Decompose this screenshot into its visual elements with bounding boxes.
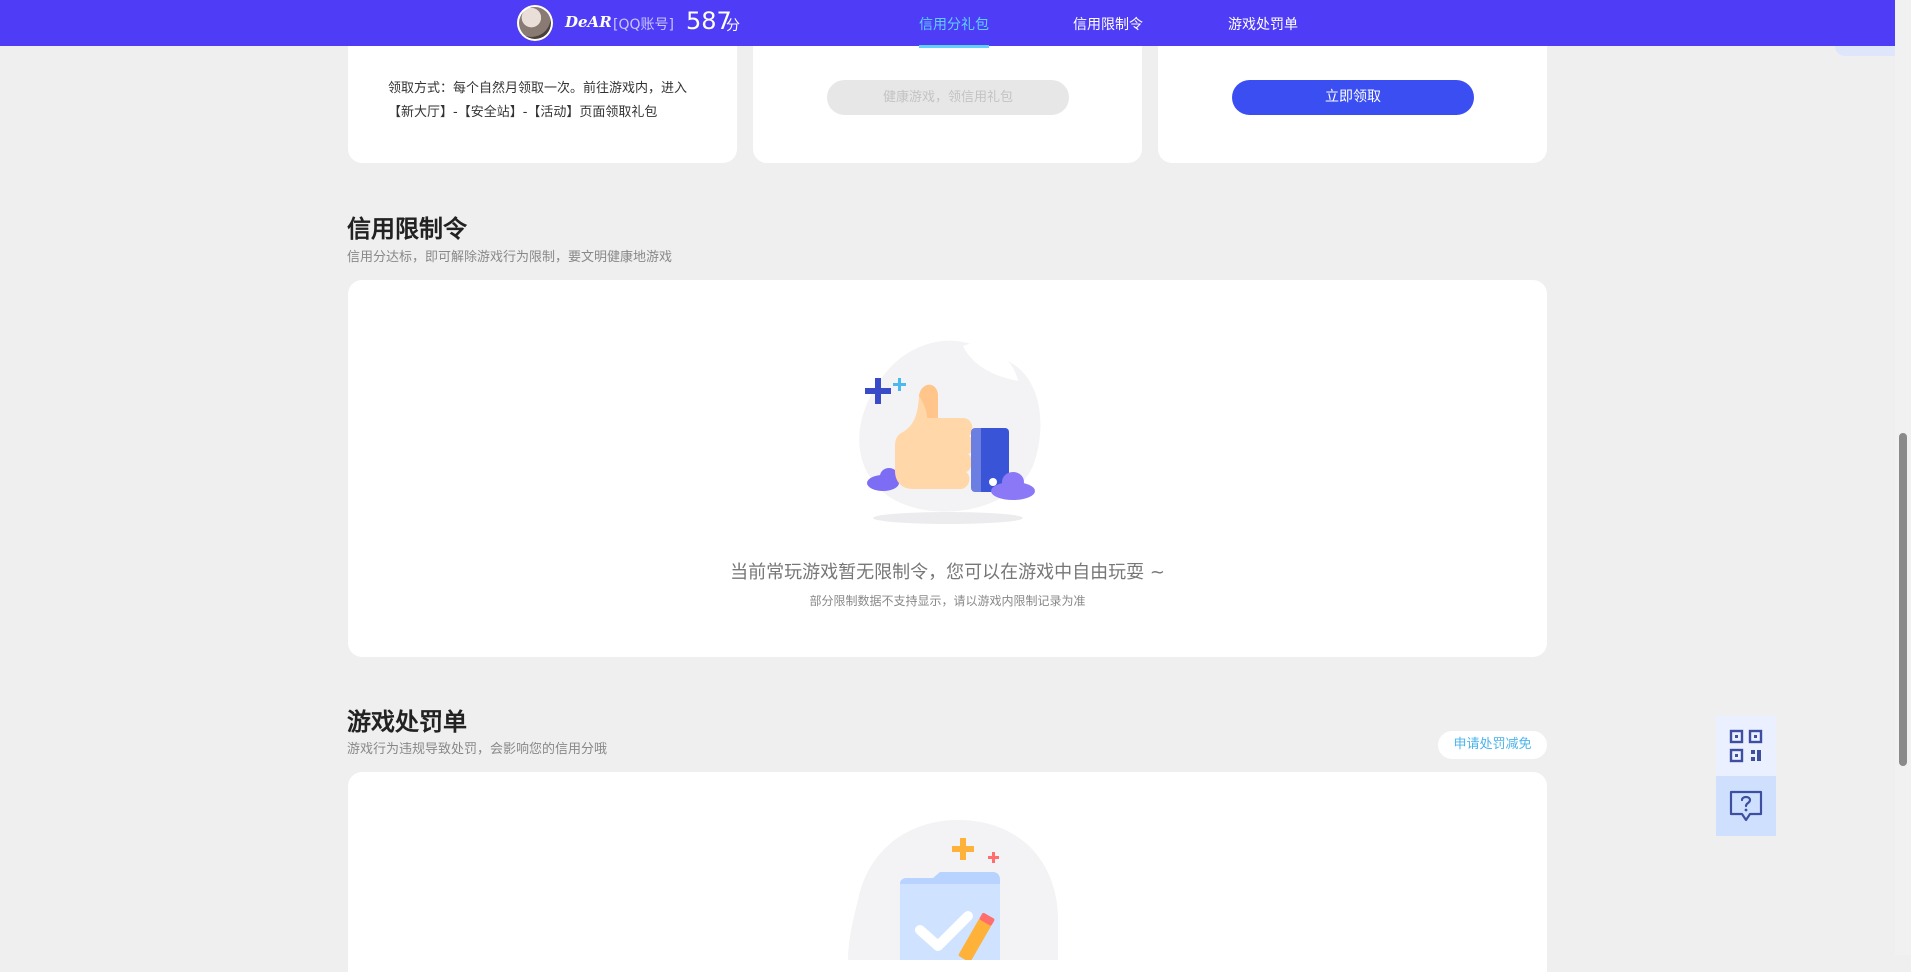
account-type: [QQ账号] [613,17,674,33]
restriction-section-title: 信用限制令 [347,215,467,243]
corner-decoration [1835,46,1895,56]
penalty-section-subtitle: 游戏行为违规导致处罚，会影响您的信用分哦 [347,742,608,757]
gift-card-3: 立即领取 [1158,46,1547,163]
avatar[interactable] [517,5,553,41]
credit-score-unit: 分 [726,18,740,34]
claim-method-text: 领取方式：每个自然月领取一次。前往游戏内，进入【新大厅】-【安全站】-【活动】页… [388,81,688,120]
penalty-panel [348,772,1547,972]
claim-now-button[interactable]: 立即领取 [1232,80,1474,115]
healthy-game-gift-button[interactable]: 健康游戏，领信用礼包 [827,80,1069,115]
qr-code-button[interactable] [1716,716,1776,776]
question-bubble-icon [1729,790,1763,822]
restriction-panel: 当前常玩游戏暂无限制令，您可以在游戏中自由玩耍 ~ 部分限制数据不支持显示，请以… [348,280,1547,657]
username: DeAR [565,13,612,31]
tab-credit-restriction[interactable]: 信用限制令 [1073,14,1143,34]
restriction-empty-message: 当前常玩游戏暂无限制令，您可以在游戏中自由玩耍 ~ [730,562,1165,583]
gift-card-2: 健康游戏，领信用礼包 [753,46,1142,163]
page-scrollbar-thumb[interactable] [1899,433,1907,766]
tab-game-penalty[interactable]: 游戏处罚单 [1228,14,1298,34]
tab-credit-gift[interactable]: 信用分礼包 [919,14,989,48]
credit-score: 587 [686,7,732,35]
apply-penalty-reduction-button[interactable]: 申请处罚减免 [1438,731,1547,759]
restriction-empty-note: 部分限制数据不支持显示，请以游戏内限制记录为准 [809,594,1086,608]
restriction-section-subtitle: 信用分达标，即可解除游戏行为限制，要文明健康地游戏 [347,250,673,265]
top-navigation-bar: DeAR [QQ账号] 587 分 信用分礼包 信用限制令 游戏处罚单 [0,0,1895,48]
floating-side-toolbar [1716,716,1776,836]
penalty-section-title: 游戏处罚单 [347,708,467,736]
help-feedback-button[interactable] [1716,776,1776,836]
page-scrollbar-track[interactable] [1895,0,1911,955]
qr-code-icon [1729,729,1763,763]
document-check-illustration [848,820,1058,960]
thumbs-up-illustration [859,340,1041,524]
gift-card-1: 领取方式：每个自然月领取一次。前往游戏内，进入【新大厅】-【安全站】-【活动】页… [348,46,737,163]
